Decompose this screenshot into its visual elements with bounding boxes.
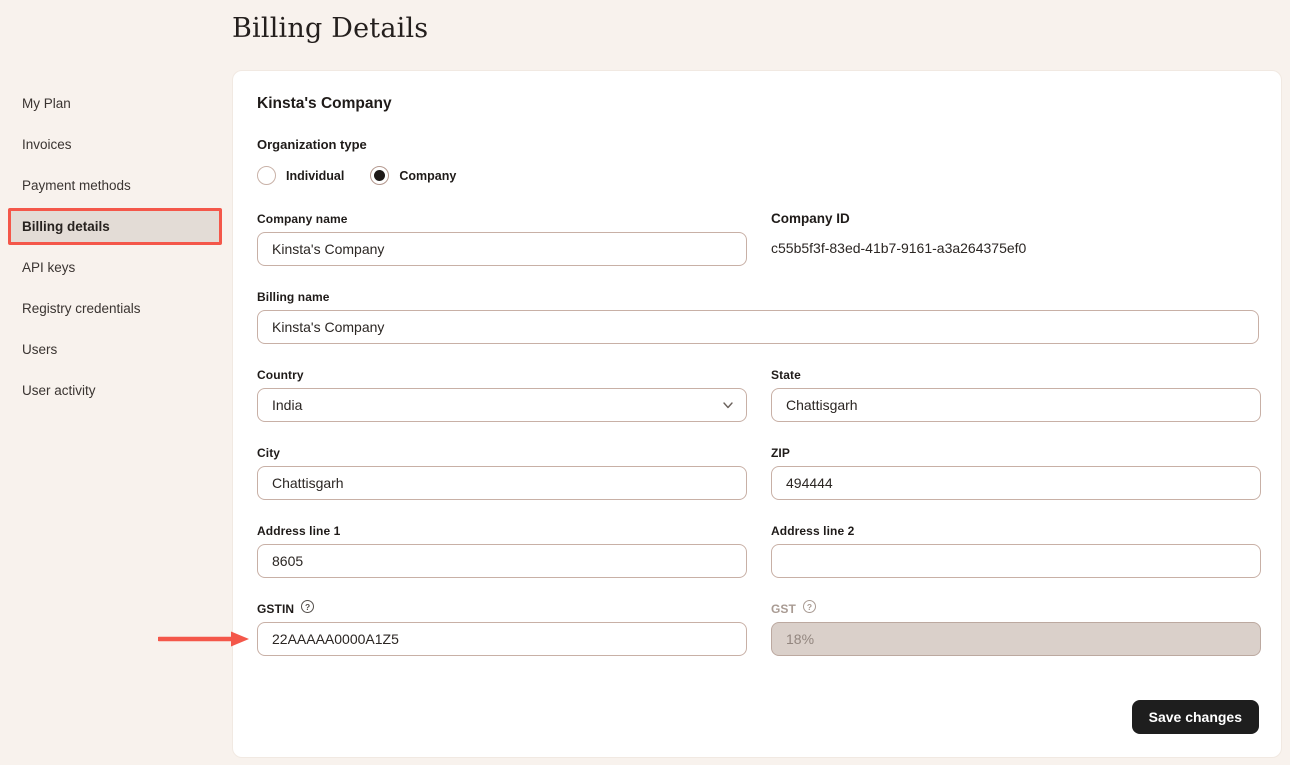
billing-name-label: Billing name <box>257 289 1259 304</box>
gstin-label: GSTIN ? <box>257 601 747 616</box>
gst-label: GST ? <box>771 601 1261 616</box>
address1-field-group: Address line 1 <box>257 523 747 578</box>
radio-company[interactable]: Company <box>370 166 456 185</box>
radio-unselected-icon[interactable] <box>257 166 276 185</box>
city-input[interactable] <box>257 466 747 500</box>
sidebar: My Plan Invoices Payment methods Billing… <box>0 0 232 765</box>
state-input[interactable] <box>771 388 1261 422</box>
sidebar-item-api-keys[interactable]: API keys <box>8 249 222 286</box>
state-label: State <box>771 367 1261 382</box>
address1-label: Address line 1 <box>257 523 747 538</box>
country-select[interactable]: India <box>257 388 747 422</box>
sidebar-item-invoices[interactable]: Invoices <box>8 126 222 163</box>
address2-field-group: Address line 2 <box>771 523 1261 578</box>
company-name-field-group: Company name <box>257 211 747 266</box>
radio-individual-label: Individual <box>286 169 344 183</box>
gstin-field-group: GSTIN ? <box>257 601 747 656</box>
company-id-label: Company ID <box>771 211 1261 226</box>
gst-label-text: GST <box>771 602 796 616</box>
zip-field-group: ZIP <box>771 445 1261 500</box>
save-changes-button[interactable]: Save changes <box>1132 700 1259 734</box>
sidebar-item-billing-details[interactable]: Billing details <box>8 208 222 245</box>
sidebar-item-label: Users <box>22 342 57 357</box>
address2-label: Address line 2 <box>771 523 1261 538</box>
gstin-label-text: GSTIN <box>257 602 294 616</box>
zip-label: ZIP <box>771 445 1261 460</box>
company-id-group: Company ID c55b5f3f-83ed-41b7-9161-a3a26… <box>771 211 1261 266</box>
radio-individual[interactable]: Individual <box>257 166 344 185</box>
gstin-help-icon[interactable]: ? <box>301 600 314 613</box>
sidebar-item-users[interactable]: Users <box>8 331 222 368</box>
page-title: Billing Details <box>232 0 1290 70</box>
sidebar-item-my-plan[interactable]: My Plan <box>8 85 222 122</box>
city-field-group: City <box>257 445 747 500</box>
country-label: Country <box>257 367 747 382</box>
sidebar-item-label: User activity <box>22 383 96 398</box>
company-id-value: c55b5f3f-83ed-41b7-9161-a3a264375ef0 <box>771 240 1261 256</box>
gst-help-icon[interactable]: ? <box>803 600 816 613</box>
gstin-input[interactable] <box>257 622 747 656</box>
sidebar-item-label: My Plan <box>22 96 71 111</box>
address-line-2-input[interactable] <box>771 544 1261 578</box>
billing-details-card: Kinsta's Company Organization type Indiv… <box>232 70 1282 758</box>
city-label: City <box>257 445 747 460</box>
address-line-1-input[interactable] <box>257 544 747 578</box>
zip-input[interactable] <box>771 466 1261 500</box>
company-name-label: Company name <box>257 211 747 226</box>
main-area: Billing Details Kinsta's Company Organiz… <box>232 0 1290 758</box>
sidebar-item-label: Billing details <box>22 219 110 234</box>
company-name-input[interactable] <box>257 232 747 266</box>
sidebar-item-label: Invoices <box>22 137 72 152</box>
organization-type-radio-group: Individual Company <box>257 166 1259 185</box>
country-field-group: Country India <box>257 367 747 422</box>
sidebar-item-label: Payment methods <box>22 178 131 193</box>
company-heading: Kinsta's Company <box>257 95 1259 113</box>
radio-selected-icon[interactable] <box>370 166 389 185</box>
radio-company-label: Company <box>399 169 456 183</box>
sidebar-item-user-activity[interactable]: User activity <box>8 372 222 409</box>
billing-name-input[interactable] <box>257 310 1259 344</box>
gst-input <box>771 622 1261 656</box>
sidebar-item-label: API keys <box>22 260 75 275</box>
state-field-group: State <box>771 367 1261 422</box>
sidebar-item-registry-credentials[interactable]: Registry credentials <box>8 290 222 327</box>
gst-field-group: GST ? <box>771 601 1261 656</box>
sidebar-item-payment-methods[interactable]: Payment methods <box>8 167 222 204</box>
organization-type-label: Organization type <box>257 137 1259 152</box>
sidebar-item-label: Registry credentials <box>22 301 141 316</box>
